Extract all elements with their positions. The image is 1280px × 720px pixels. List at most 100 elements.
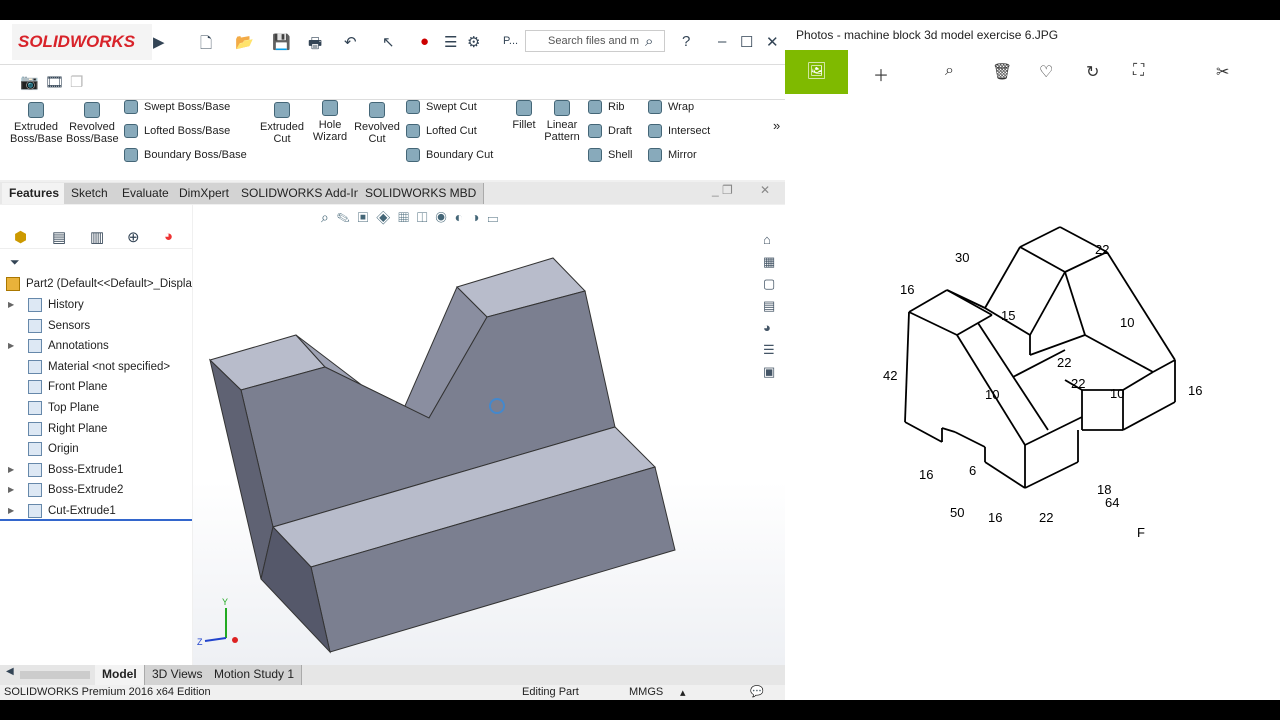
tab-dimxpert[interactable]: DimXpert bbox=[172, 183, 238, 204]
tree-item-top-plane[interactable]: Top Plane bbox=[0, 398, 192, 418]
config-manager-tab-icon[interactable]: ▥ bbox=[90, 228, 104, 246]
lofted-cut-button[interactable]: Lofted Cut bbox=[406, 124, 477, 138]
boundary-cut-button[interactable]: Boundary Cut bbox=[406, 148, 493, 162]
doc-close-icon[interactable]: ✕ bbox=[760, 183, 770, 197]
tree-item-right-plane[interactable]: Right Plane bbox=[0, 419, 192, 439]
maximize-button[interactable]: ☐ bbox=[740, 33, 753, 51]
graphics-area[interactable]: ⌕✎▣◈▦◫◉◐◑▭ ⌂ ▦ ▢ ▤ ◕ ☰ ▣ Y Z bbox=[193, 205, 785, 665]
drawing-line bbox=[1019, 226, 1061, 248]
undo-icon[interactable]: ↶ bbox=[344, 33, 357, 51]
tab-features[interactable]: Features bbox=[2, 183, 68, 204]
tab-3d-views[interactable]: 3D Views bbox=[145, 665, 211, 685]
lofted-boss-button[interactable]: Lofted Boss/Base bbox=[124, 124, 230, 138]
doc-minimize-icon[interactable]: _ ❐ bbox=[712, 183, 733, 197]
search-input[interactable]: Search files and m bbox=[525, 30, 665, 52]
units-selector[interactable]: MMGS bbox=[629, 686, 663, 698]
tree-item-boss-extrude1[interactable]: ▶ Boss-Extrude1 bbox=[0, 460, 192, 480]
swept-cut-button[interactable]: Swept Cut bbox=[406, 100, 477, 114]
tab-evaluate[interactable]: Evaluate bbox=[115, 183, 177, 204]
drawing-dimension-label: 16 bbox=[1188, 383, 1203, 398]
wrap-button[interactable]: Wrap bbox=[648, 100, 694, 114]
record-icon[interactable]: 🎞 bbox=[45, 73, 64, 91]
drawing-line bbox=[908, 289, 948, 313]
drawing-dimension-label: 6 bbox=[969, 463, 977, 478]
expand-arrow-icon[interactable]: ▶ bbox=[8, 501, 14, 519]
expand-arrow-icon[interactable]: ▶ bbox=[8, 336, 14, 356]
save-icon[interactable]: 💾 bbox=[272, 33, 291, 51]
drawing-line bbox=[941, 427, 956, 433]
mirror-button[interactable]: Mirror bbox=[648, 148, 697, 162]
drawing-line bbox=[1064, 271, 1086, 336]
open-file-icon[interactable]: 📂 bbox=[235, 33, 254, 51]
p-menu[interactable]: P... bbox=[503, 35, 518, 47]
features-ribbon: Extruded Boss/Base Revolved Boss/Base Sw… bbox=[0, 100, 785, 180]
tree-item-cut-extrude1[interactable]: ▶ Cut-Extrude1 bbox=[0, 501, 192, 521]
part-model-view[interactable]: Y Z bbox=[193, 205, 785, 665]
tab-model[interactable]: Model bbox=[95, 665, 145, 685]
tree-item-boss-extrude2[interactable]: ▶ Boss-Extrude2 bbox=[0, 480, 192, 500]
drawing-dimension-label: 22 bbox=[1039, 510, 1054, 525]
dimxpert-tab-icon[interactable]: ⊕ bbox=[127, 228, 140, 246]
extruded-cut-button[interactable]: Extruded Cut bbox=[256, 102, 308, 145]
units-arrow-icon[interactable]: ▴ bbox=[680, 686, 686, 699]
drawing-dimension-label: 10 bbox=[1120, 315, 1135, 330]
tab-sketch[interactable]: Sketch bbox=[64, 183, 116, 204]
expand-menu-icon[interactable]: ▶ bbox=[153, 33, 165, 51]
hole-wizard-button[interactable]: Hole Wizard bbox=[310, 100, 350, 143]
rib-button[interactable]: Rib bbox=[588, 100, 625, 114]
more-commands-button[interactable]: » bbox=[773, 118, 780, 133]
tree-item-material-not-specified[interactable]: Material <not specified> bbox=[0, 357, 192, 377]
tab-motion-study[interactable]: Motion Study 1 bbox=[207, 665, 303, 685]
chat-icon[interactable]: 💬 bbox=[750, 685, 764, 698]
search-icon[interactable]: ⌕ bbox=[645, 33, 653, 50]
file-properties-icon[interactable]: ☰ bbox=[444, 33, 457, 51]
tree-item-sensors[interactable]: Sensors bbox=[0, 316, 192, 336]
expand-arrow-icon[interactable]: ▶ bbox=[8, 480, 14, 500]
copy-icon[interactable]: ❐ bbox=[70, 73, 83, 91]
tree-item-history[interactable]: ▶ History bbox=[0, 295, 192, 315]
drawing-dimension-label: 22 bbox=[1057, 355, 1072, 370]
extruded-boss-button[interactable]: Extruded Boss/Base bbox=[10, 102, 63, 145]
tree-item-label: History bbox=[48, 299, 84, 311]
drawing-dimension-label: 50 bbox=[950, 505, 965, 520]
expand-arrow-icon[interactable]: ▶ bbox=[8, 460, 14, 480]
select-icon[interactable]: ↖ bbox=[382, 33, 395, 51]
minimize-button[interactable]: – bbox=[718, 33, 726, 50]
photos-window: Photos - machine block 3d model exercise… bbox=[785, 20, 1280, 700]
boundary-boss-button[interactable]: Boundary Boss/Base bbox=[124, 148, 247, 162]
triad-y-label: Y bbox=[222, 597, 228, 607]
help-button[interactable]: ? bbox=[682, 33, 690, 50]
isometric-drawing-image bbox=[904, 226, 1176, 489]
horizontal-scrollbar[interactable] bbox=[20, 671, 90, 679]
options-gear-icon[interactable]: ⚙ bbox=[467, 33, 480, 51]
new-file-icon[interactable]: 🗋 bbox=[200, 33, 212, 58]
scroll-left-icon[interactable]: ◀ bbox=[6, 666, 14, 677]
drawing-line bbox=[1019, 246, 1066, 273]
print-icon[interactable]: 🖶 bbox=[308, 33, 322, 58]
display-manager-tab-icon[interactable]: ◕ bbox=[164, 228, 173, 245]
expand-arrow-icon[interactable]: ▶ bbox=[8, 295, 14, 315]
camera-icon[interactable]: 📷 bbox=[20, 73, 39, 91]
filter-icon[interactable]: ⏷ bbox=[10, 255, 20, 270]
tree-item-origin[interactable]: Origin bbox=[0, 439, 192, 459]
feature-tree-tab-icon[interactable]: ⬢ bbox=[14, 228, 27, 246]
rebuild-icon[interactable]: ● bbox=[420, 33, 429, 50]
shell-button[interactable]: Shell bbox=[588, 148, 632, 162]
feature-icon bbox=[28, 442, 42, 457]
tree-root-part[interactable]: Part2 (Default<<Default>_Displa bbox=[0, 274, 192, 294]
swept-boss-button[interactable]: Swept Boss/Base bbox=[124, 100, 230, 114]
tree-item-label: Cut-Extrude1 bbox=[48, 505, 116, 517]
tree-item-annotations[interactable]: ▶ Annotations bbox=[0, 336, 192, 356]
tab-mbd[interactable]: SOLIDWORKS MBD bbox=[358, 183, 485, 204]
revolved-boss-button[interactable]: Revolved Boss/Base bbox=[66, 102, 119, 145]
solidworks-logo[interactable]: SOLIDWORKS bbox=[12, 24, 152, 60]
tree-item-front-plane[interactable]: Front Plane bbox=[0, 377, 192, 397]
revolved-cut-button[interactable]: Revolved Cut bbox=[352, 102, 402, 145]
fillet-button[interactable]: Fillet bbox=[508, 100, 540, 131]
intersect-button[interactable]: Intersect bbox=[648, 124, 710, 138]
linear-pattern-button[interactable]: Linear Pattern bbox=[542, 100, 582, 143]
tab-addins[interactable]: SOLIDWORKS Add-Ins bbox=[234, 183, 375, 204]
draft-button[interactable]: Draft bbox=[588, 124, 632, 138]
close-button[interactable]: ✕ bbox=[766, 33, 779, 51]
property-manager-tab-icon[interactable]: ▤ bbox=[52, 228, 66, 246]
